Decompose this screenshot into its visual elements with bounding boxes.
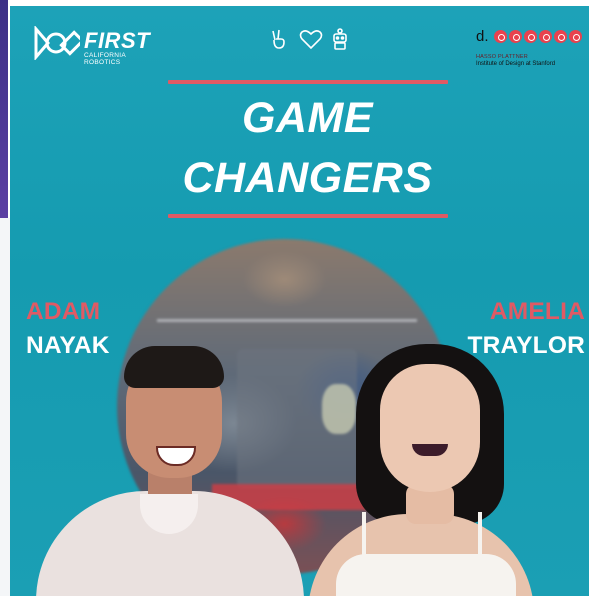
first-logo-word: FIRST: [84, 28, 151, 53]
dschool-letter: d.: [476, 28, 489, 45]
first-logo-mark-icon: [34, 26, 80, 60]
guest-2-face: [380, 364, 480, 492]
dschool-circles: [494, 30, 582, 43]
left-edge-strip: [0, 0, 8, 218]
guest-2-first-name: AMELIA: [489, 298, 585, 325]
first-logo: FIRST CALIFORNIA ROBOTICS: [32, 24, 162, 66]
guest-2-strap-right: [478, 512, 482, 558]
title-bottom-rule: [168, 214, 448, 218]
poster: FIRST CALIFORNIA ROBOTICS d. HASSO PLATT…: [10, 6, 589, 596]
title-line-2: CHANGERS: [182, 154, 433, 202]
robot-icon: [330, 28, 352, 50]
guest-2-strap-left: [362, 512, 366, 558]
header-icons: [268, 28, 352, 50]
guest-1-last-name: NAYAK: [26, 332, 110, 359]
dschool-line1: HASSO PLATTNER: [476, 54, 528, 60]
first-logo-subtext: CALIFORNIA ROBOTICS: [84, 52, 126, 66]
guest-1-hair: [124, 346, 224, 388]
left-margin: [0, 218, 10, 596]
guest-2-last-name: TRAYLOR: [467, 332, 585, 359]
title-line-1: GAME: [242, 94, 373, 142]
guest-2-top: [336, 554, 516, 596]
dschool-logo: d. HASSO PLATTNER Institute of Design at…: [476, 28, 582, 72]
title-top-rule: [168, 80, 448, 84]
dschool-line2: Institute of Design at Stanford: [476, 61, 556, 67]
heart-icon: [299, 28, 323, 50]
guest-1-first-name: ADAM: [26, 298, 101, 325]
peace-hand-icon: [268, 28, 290, 50]
